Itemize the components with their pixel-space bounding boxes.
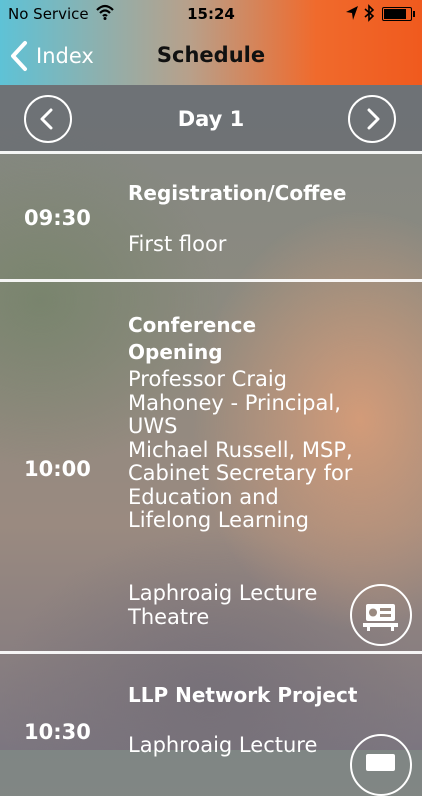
session-time: 09:30 <box>24 206 91 230</box>
session-location: Laphroaig Lecture <box>128 733 318 757</box>
session-location: Laphroaig Lecture Theatre <box>128 581 318 629</box>
battery-icon <box>382 7 415 21</box>
page-title: Schedule <box>156 43 266 67</box>
day-selector: Day 1 <box>0 85 422 151</box>
location-button[interactable] <box>350 584 412 646</box>
session-time: 10:00 <box>24 457 91 481</box>
location-arrow-icon <box>345 5 359 25</box>
session-title: Conference Opening <box>128 313 257 364</box>
projector-icon <box>366 754 395 771</box>
session-speakers: Professor Craig Mahoney - Principal, UWS… <box>128 368 353 532</box>
session-title: Registration/Coffee <box>128 181 347 205</box>
session-location: First floor <box>128 232 227 256</box>
top-bar: No Service 15:24 Index Schedule <box>0 0 422 85</box>
location-button[interactable] <box>350 734 412 796</box>
divider <box>0 651 422 654</box>
projector-icon <box>363 604 398 631</box>
divider <box>0 151 422 154</box>
chevron-right-icon <box>367 108 380 130</box>
divider <box>0 279 422 282</box>
session-title: LLP Network Project <box>128 683 358 707</box>
bluetooth-icon <box>363 4 375 26</box>
session-time: 10:30 <box>24 720 91 744</box>
status-bar: No Service 15:24 <box>0 0 422 28</box>
next-day-button[interactable] <box>348 95 396 143</box>
